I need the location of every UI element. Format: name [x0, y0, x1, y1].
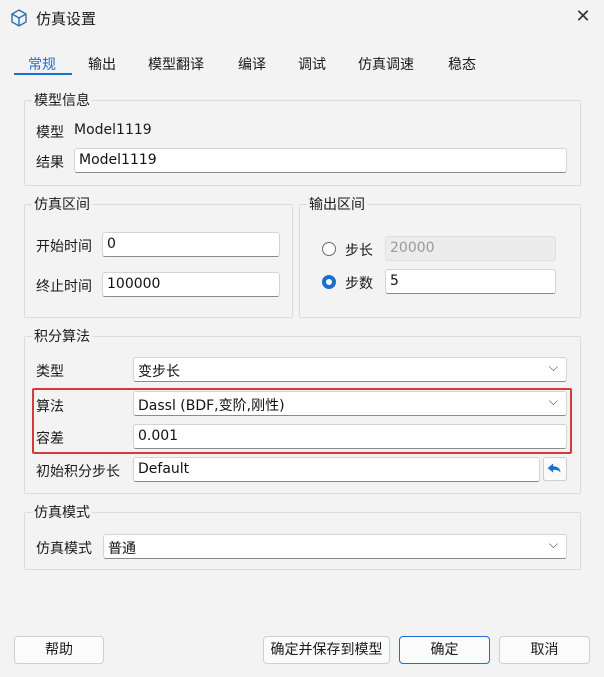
algorithm-select[interactable]: Dassl (BDF,变阶,刚性) ⌵: [133, 391, 567, 416]
step-size-label: 步长: [345, 243, 373, 259]
result-label: 结果: [36, 155, 64, 171]
help-button[interactable]: 帮助: [14, 636, 104, 664]
algorithm-value: Dassl (BDF,变阶,刚性): [138, 398, 285, 414]
sim-mode-value: 普通: [108, 541, 136, 557]
output-interval-group: [299, 204, 581, 318]
window-title: 仿真设置: [36, 10, 97, 28]
model-info-legend: 模型信息: [32, 90, 92, 110]
tab-general[interactable]: 常规: [28, 54, 56, 74]
tab-output[interactable]: 输出: [88, 54, 116, 74]
initial-step-field[interactable]: Default: [133, 457, 540, 482]
chevron-down-icon: ⌵: [548, 537, 558, 551]
stop-time-field[interactable]: 100000: [102, 272, 280, 297]
step-size-radio[interactable]: [322, 242, 336, 256]
result-field[interactable]: Model1119: [74, 148, 567, 173]
output-interval-legend: 输出区间: [307, 194, 367, 214]
chevron-down-icon: ⌵: [548, 394, 558, 408]
initial-step-label: 初始积分步长: [36, 464, 120, 480]
type-select[interactable]: 变步长 ⌵: [133, 357, 567, 382]
step-count-radio[interactable]: [322, 275, 336, 289]
tab-debug[interactable]: 调试: [298, 54, 326, 74]
start-time-label: 开始时间: [36, 239, 92, 255]
model-label: 模型: [36, 125, 64, 141]
sim-interval-legend: 仿真区间: [32, 194, 92, 214]
model-info-group: [24, 100, 581, 186]
integration-legend: 积分算法: [32, 326, 92, 346]
sim-interval-group: [24, 204, 293, 318]
save-to-model-button[interactable]: 确定并保存到模型: [263, 636, 390, 664]
tab-sim-speed[interactable]: 仿真调速: [358, 54, 414, 74]
step-count-label: 步数: [345, 276, 373, 292]
sim-mode-legend: 仿真模式: [32, 502, 92, 522]
cube-icon: [11, 9, 27, 27]
tab-compile[interactable]: 编译: [238, 54, 266, 74]
model-value: Model1119: [74, 122, 152, 138]
stop-time-label: 终止时间: [36, 279, 92, 295]
title-bar: 仿真设置 ✕: [0, 0, 604, 36]
tab-steady-state[interactable]: 稳态: [448, 54, 476, 74]
sim-mode-select[interactable]: 普通 ⌵: [103, 534, 567, 559]
tab-model-translation[interactable]: 模型翻译: [148, 54, 204, 74]
cancel-button[interactable]: 取消: [499, 636, 590, 664]
tolerance-field[interactable]: 0.001: [133, 424, 567, 449]
step-count-field[interactable]: 5: [385, 269, 556, 294]
start-time-field[interactable]: 0: [102, 232, 280, 257]
step-size-field: 20000: [385, 236, 556, 261]
type-label: 类型: [36, 364, 64, 380]
close-icon[interactable]: ✕: [572, 6, 594, 28]
tolerance-label: 容差: [36, 431, 64, 447]
chevron-down-icon: ⌵: [548, 360, 558, 374]
active-tab-indicator: [14, 73, 72, 75]
algorithm-label: 算法: [36, 399, 64, 415]
ok-button[interactable]: 确定: [399, 636, 490, 664]
type-value: 变步长: [138, 364, 180, 380]
sim-mode-label: 仿真模式: [36, 541, 92, 557]
undo-arrow-icon: [547, 463, 561, 473]
reset-button[interactable]: [543, 457, 567, 481]
